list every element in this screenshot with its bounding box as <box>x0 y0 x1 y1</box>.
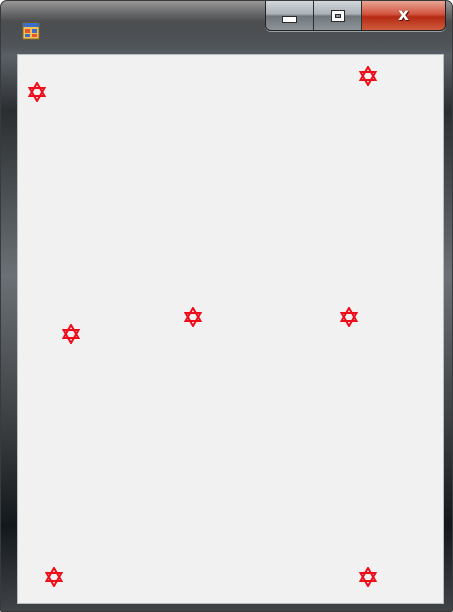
six-pointed-star-icon <box>28 82 46 102</box>
minimize-button[interactable] <box>266 1 314 30</box>
minimize-icon <box>282 16 297 23</box>
caption-buttons: x <box>265 1 446 31</box>
six-pointed-star-icon <box>359 66 377 86</box>
six-pointed-star-icon <box>45 567 63 587</box>
maximize-icon <box>330 9 345 22</box>
maximize-button[interactable] <box>314 1 362 30</box>
six-pointed-star-icon <box>184 307 202 327</box>
close-button[interactable]: x <box>362 1 445 30</box>
six-pointed-star-icon <box>62 324 80 344</box>
form-client-area[interactable] <box>17 54 444 604</box>
six-pointed-star-icon <box>340 307 358 327</box>
close-icon: x <box>398 5 409 25</box>
app-window: x <box>0 0 453 612</box>
title-bar[interactable]: x <box>1 1 452 51</box>
six-pointed-star-icon <box>359 567 377 587</box>
windows-form-icon[interactable] <box>22 22 40 40</box>
